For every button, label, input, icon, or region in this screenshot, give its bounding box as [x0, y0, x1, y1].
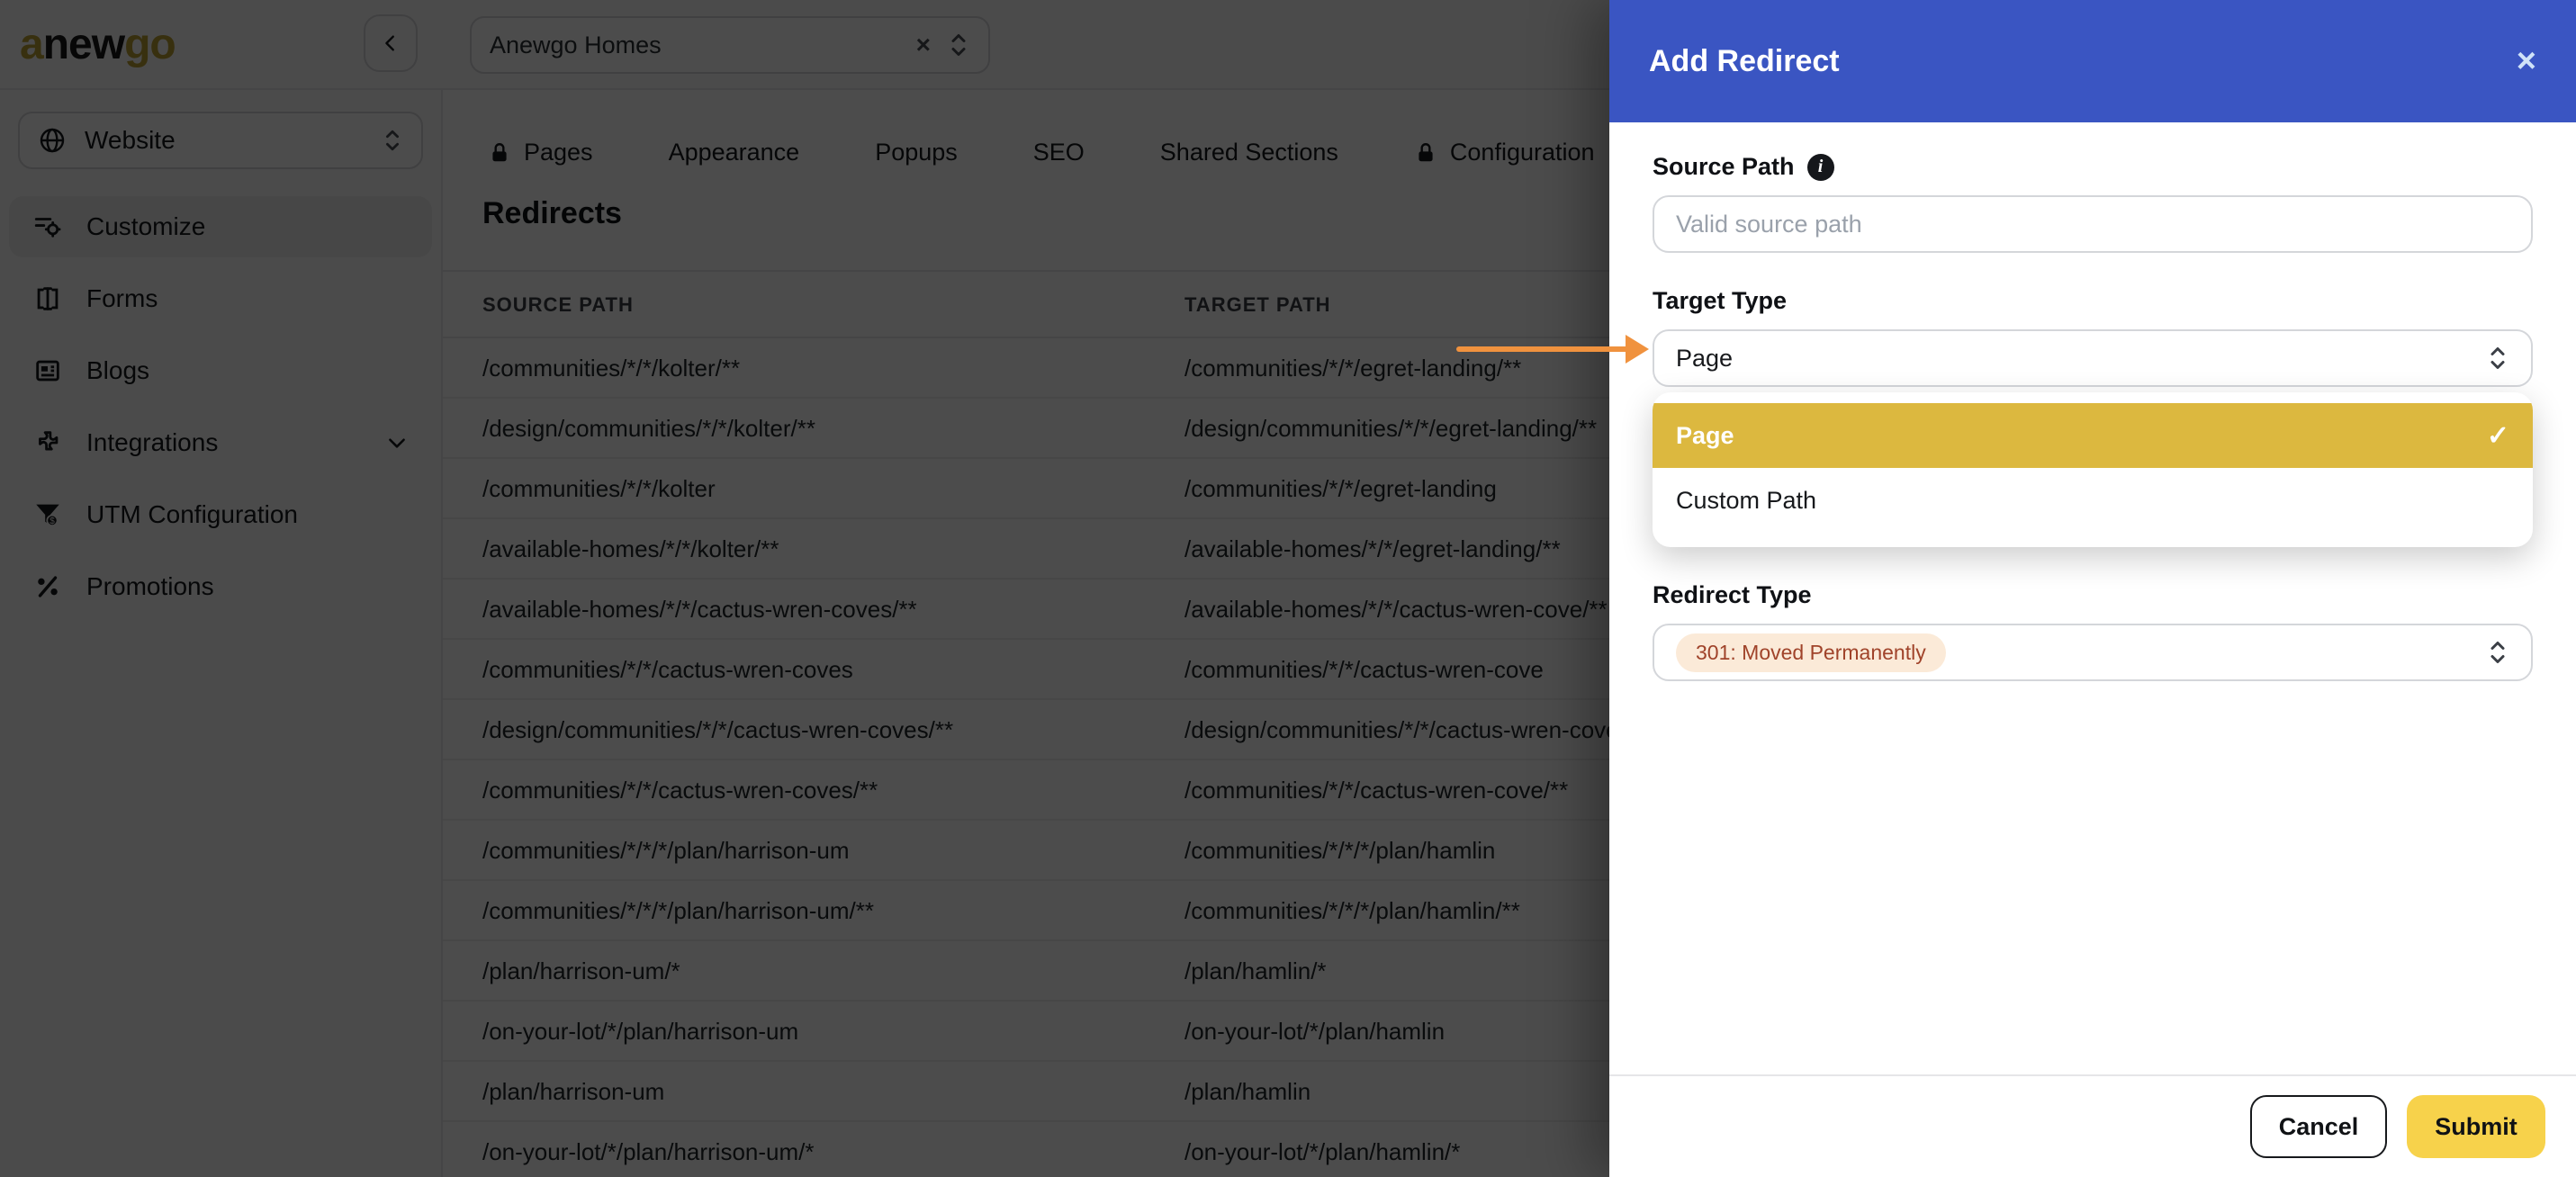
- drawer-header: Add Redirect ×: [1609, 0, 2576, 122]
- source-path-label: Source Path i: [1653, 153, 2533, 181]
- redirect-type-select[interactable]: 301: Moved Permanently: [1653, 624, 2533, 681]
- source-path-input[interactable]: [1653, 195, 2533, 253]
- option-label: Custom Path: [1676, 486, 1817, 514]
- target-type-value: Page: [1676, 344, 1734, 372]
- option-label: Page: [1676, 421, 1734, 449]
- drawer-footer: Cancel Submit: [1609, 1074, 2576, 1177]
- cancel-button[interactable]: Cancel: [2250, 1095, 2387, 1158]
- chevron-up-down-icon: [2486, 639, 2509, 666]
- target-type-label: Target Type: [1653, 287, 1788, 314]
- app-canvas: anewgo Anewgo Homes × Website CustomizeF…: [0, 0, 2576, 1177]
- close-icon[interactable]: ×: [2517, 44, 2536, 78]
- drawer-title: Add Redirect: [1649, 43, 1840, 78]
- submit-button[interactable]: Submit: [2407, 1095, 2545, 1158]
- option-custom-path[interactable]: Custom Path: [1653, 468, 2533, 533]
- target-type-select[interactable]: Page: [1653, 329, 2533, 387]
- drawer-body: Source Path i Target Type Page Page ✓ Cust…: [1609, 122, 2576, 681]
- redirect-type-badge: 301: Moved Permanently: [1676, 633, 1946, 672]
- add-redirect-drawer: Add Redirect × Source Path i Target Type…: [1609, 0, 2576, 1177]
- check-icon: ✓: [2486, 420, 2509, 451]
- redirect-type-label: Redirect Type: [1653, 581, 1812, 608]
- chevron-up-down-icon: [2486, 345, 2509, 372]
- option-page[interactable]: Page ✓: [1653, 403, 2533, 468]
- target-type-listbox: Page ✓ Custom Path: [1653, 392, 2533, 547]
- info-icon[interactable]: i: [1806, 153, 1834, 181]
